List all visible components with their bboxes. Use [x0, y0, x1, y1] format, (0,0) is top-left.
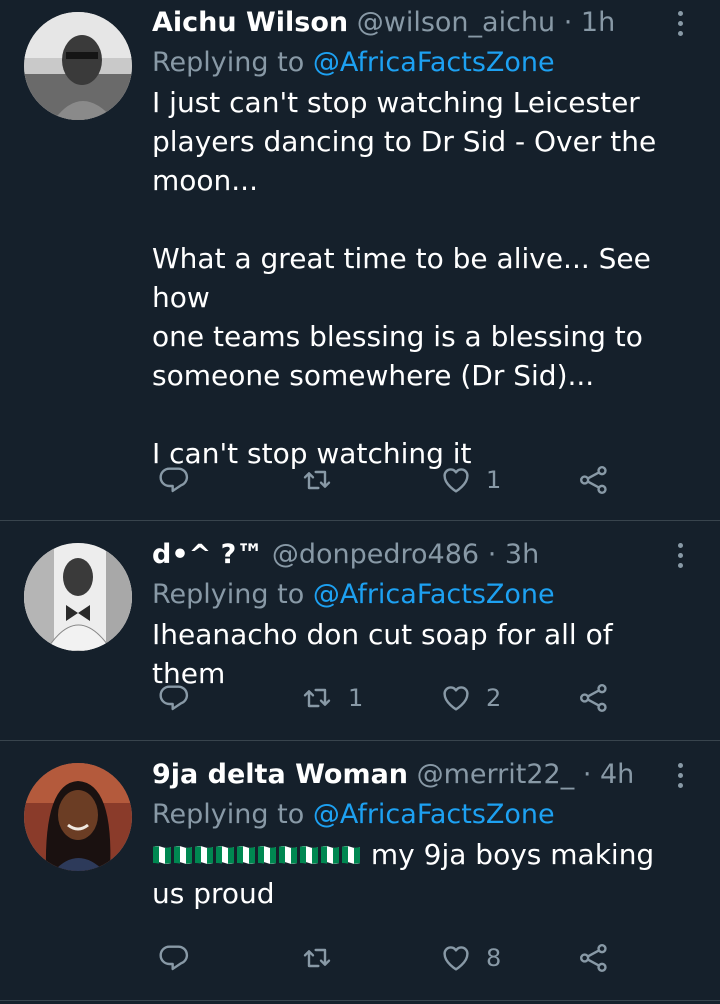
retweet-icon — [303, 470, 331, 490]
tweet-actions: 8 — [152, 938, 682, 978]
tweet[interactable]: d•^ ?™ @donpedro486 · 3h Replying to @Af… — [0, 521, 720, 741]
tweet-text: my 9ja boys making us proud — [152, 835, 680, 913]
share-button[interactable] — [578, 460, 610, 500]
author-name[interactable]: Aichu Wilson — [152, 7, 348, 38]
like-icon — [443, 468, 469, 493]
reply-feed: Aichu Wilson @wilson_aichu · 1h Replying… — [0, 0, 720, 1004]
author-name[interactable]: d•^ ?™ — [152, 539, 263, 570]
nigeria-flag-icon — [299, 844, 319, 866]
tweet-text: I just can't stop watching Leicester pla… — [152, 86, 657, 470]
replying-to-label: Replying to — [152, 799, 305, 830]
reply-button[interactable] — [158, 938, 204, 978]
author-handle[interactable]: @donpedro486 — [272, 539, 479, 570]
tweet-actions: 1 2 — [152, 678, 682, 718]
nigeria-flag-icon — [341, 844, 361, 866]
like-count: 2 — [486, 684, 502, 712]
reply-button[interactable] — [158, 678, 204, 718]
share-button[interactable] — [578, 938, 610, 978]
like-icon — [443, 686, 469, 711]
share-icon — [580, 944, 607, 972]
nigeria-flag-icon — [152, 844, 172, 866]
author-handle[interactable]: @merrit22_ — [417, 759, 575, 790]
replying-to-mention[interactable]: @AfricaFactsZone — [313, 799, 555, 830]
nigeria-flag-icon — [320, 844, 340, 866]
nigeria-flag-icon — [257, 844, 277, 866]
reply-icon — [159, 945, 189, 971]
retweet-button[interactable] — [300, 460, 348, 500]
like-button[interactable]: 1 — [440, 460, 501, 500]
retweet-icon — [303, 688, 331, 708]
separator-dot: · — [487, 539, 497, 570]
tweet-header: d•^ ?™ @donpedro486 · 3h — [152, 535, 680, 575]
tweet-text-line2: us proud — [152, 877, 275, 910]
avatar[interactable] — [24, 12, 132, 120]
reply-icon — [159, 685, 189, 711]
tweet-header: 9ja delta Woman @merrit22_ · 4h — [152, 755, 680, 795]
tweet-actions: 1 — [152, 460, 682, 500]
author-name[interactable]: 9ja delta Woman — [152, 759, 408, 790]
share-button[interactable] — [578, 678, 610, 718]
avatar[interactable] — [24, 543, 132, 651]
replying-to: Replying to @AfricaFactsZone — [152, 43, 680, 83]
replying-to: Replying to @AfricaFactsZone — [152, 575, 680, 615]
replying-to-label: Replying to — [152, 47, 305, 78]
replying-to-label: Replying to — [152, 579, 305, 610]
like-count: 8 — [486, 944, 502, 972]
avatar[interactable] — [24, 763, 132, 871]
retweet-button[interactable]: 1 — [300, 678, 363, 718]
timestamp[interactable]: 4h — [600, 759, 634, 790]
like-button[interactable]: 8 — [440, 938, 501, 978]
nigeria-flag-icon — [194, 844, 214, 866]
like-count: 1 — [486, 466, 502, 494]
replying-to: Replying to @AfricaFactsZone — [152, 795, 680, 835]
retweet-button[interactable] — [300, 938, 348, 978]
tweet-text-line1: my 9ja boys making — [362, 838, 655, 871]
like-icon — [443, 946, 469, 971]
tweet[interactable]: 9ja delta Woman @merrit22_ · 4h Replying… — [0, 741, 720, 1001]
timestamp[interactable]: 1h — [581, 7, 615, 38]
flag-emoji-row — [152, 838, 362, 871]
timestamp[interactable]: 3h — [505, 539, 539, 570]
nigeria-flag-icon — [215, 844, 235, 866]
tweet[interactable]: Aichu Wilson @wilson_aichu · 1h Replying… — [0, 0, 720, 521]
retweet-count: 1 — [348, 684, 364, 712]
like-button[interactable]: 2 — [440, 678, 501, 718]
retweet-icon — [303, 948, 331, 968]
author-handle[interactable]: @wilson_aichu — [357, 7, 555, 38]
separator-dot: · — [582, 759, 592, 790]
share-icon — [580, 684, 607, 712]
share-icon — [580, 466, 607, 494]
separator-dot: · — [563, 7, 573, 38]
nigeria-flag-icon — [173, 844, 193, 866]
reply-button[interactable] — [158, 460, 204, 500]
replying-to-mention[interactable]: @AfricaFactsZone — [313, 47, 555, 78]
replying-to-mention[interactable]: @AfricaFactsZone — [313, 579, 555, 610]
tweet-header: Aichu Wilson @wilson_aichu · 1h — [152, 3, 680, 43]
nigeria-flag-icon — [236, 844, 256, 866]
reply-icon — [159, 467, 189, 493]
nigeria-flag-icon — [278, 844, 298, 866]
